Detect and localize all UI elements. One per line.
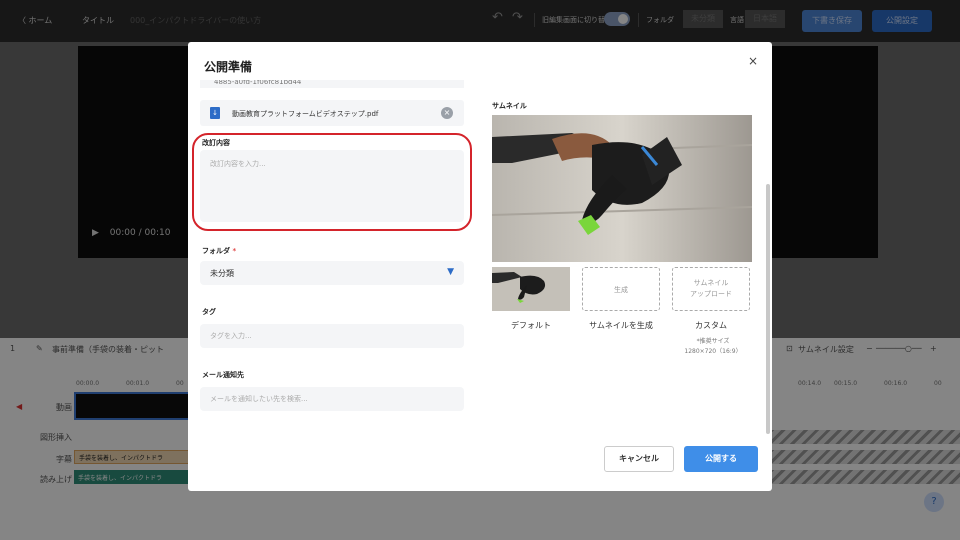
- remove-attachment-icon[interactable]: ×: [441, 107, 453, 119]
- option-generate-label: サムネイルを生成: [589, 321, 653, 330]
- attachment-item: ↓ 動画教育プラットフォームビデオステップ.pdf ×: [200, 100, 464, 126]
- note-line1: *推奨サイズ: [696, 338, 730, 345]
- mail-search-input[interactable]: メールを通知したい先を検索...: [200, 387, 464, 411]
- cancel-button[interactable]: キャンセル: [604, 446, 674, 472]
- option-custom-label: カスタム: [695, 321, 727, 330]
- dialog-title: 公開準備: [204, 60, 253, 74]
- publish-button[interactable]: 公開する: [684, 446, 758, 472]
- folder-label: フォルダ *: [202, 246, 236, 256]
- tag-label: タグ: [202, 308, 216, 316]
- tag-input[interactable]: タグを入力...: [200, 324, 464, 348]
- dialog-scrollbar[interactable]: [766, 184, 770, 434]
- upload-text-line2: アップロード: [690, 290, 732, 298]
- folder-label-text: フォルダ: [202, 247, 230, 255]
- default-thumbnail-option[interactable]: [492, 267, 570, 311]
- close-icon[interactable]: ×: [748, 54, 758, 68]
- note-line2: 1280×720（16:9）: [684, 348, 742, 355]
- mail-label: メール通知先: [202, 371, 244, 379]
- attachment-name[interactable]: 動画教育プラットフォームビデオステップ.pdf: [232, 109, 378, 119]
- publish-prep-dialog: 公開準備 × 4885-a0fd-1f06fc81bd44 ↓ 動画教育プラット…: [188, 42, 772, 491]
- thumbnail-label: サムネイル: [492, 102, 527, 110]
- thumbnail-preview: [492, 115, 752, 262]
- upload-text-line1: サムネイル: [693, 279, 729, 287]
- folder-select-value: 未分類: [210, 269, 234, 278]
- required-mark: *: [232, 247, 237, 255]
- recommended-size-note: *推奨サイズ 1280×720（16:9）: [672, 337, 754, 357]
- folder-select[interactable]: 未分類 ▼: [200, 261, 464, 285]
- generate-thumbnail-option[interactable]: 生成: [582, 267, 660, 311]
- file-icon: ↓: [210, 107, 220, 119]
- attachment-item-partial: 4885-a0fd-1f06fc81bd44: [200, 80, 464, 88]
- upload-thumbnail-option[interactable]: サムネイル アップロード: [672, 267, 750, 311]
- option-default-label: デフォルト: [511, 321, 551, 330]
- chevron-down-icon: ▼: [447, 267, 454, 277]
- revision-highlight-outline: [192, 133, 472, 231]
